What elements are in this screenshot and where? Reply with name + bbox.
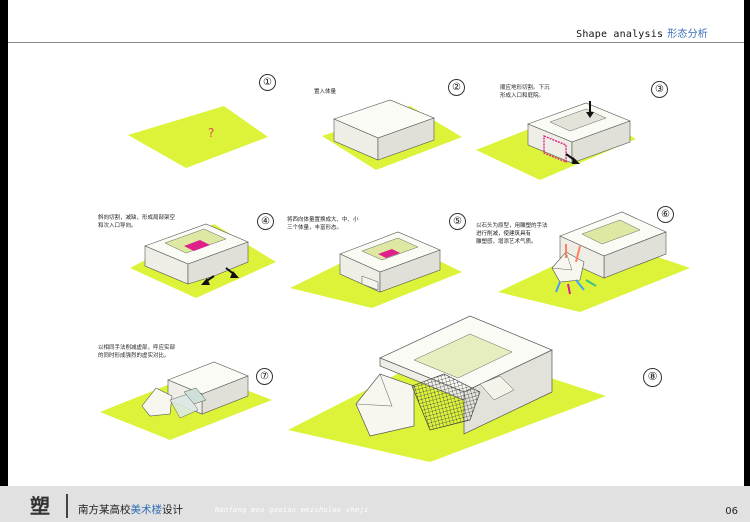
step-7-diagram bbox=[100, 361, 272, 440]
step-number-2: ② bbox=[448, 79, 465, 96]
step-number-4: ④ bbox=[257, 213, 274, 230]
step-number-5: ⑤ bbox=[449, 213, 466, 230]
step-2-note: 置入体量 bbox=[314, 89, 337, 95]
step-4-note: 斜向切割，减缺，形成局部架空 和次入口导向。 bbox=[98, 215, 176, 229]
step-number-6: ⑥ bbox=[657, 206, 674, 223]
step-number-8: ⑧ bbox=[643, 368, 662, 387]
step-7-note: 以相同手法削减虚部，呼应实部 的同时形成强烈的虚实对比。 bbox=[98, 345, 176, 359]
step-number-3: ③ bbox=[651, 81, 668, 98]
step-5-diagram bbox=[290, 231, 462, 308]
footer-title-prefix: 南方某高校 bbox=[78, 504, 131, 516]
footer-project-title: 南方某高校美术楼设计 bbox=[78, 502, 183, 517]
step-2-diagram bbox=[322, 99, 462, 170]
page-number: 06 bbox=[725, 506, 738, 517]
footer-title-suffix: 设计 bbox=[162, 504, 183, 516]
footer-subtitle: Nanfang mou gaoiao meishulou sheji bbox=[215, 506, 369, 514]
step-4-diagram bbox=[130, 223, 276, 298]
shape-analysis-diagrams: ? bbox=[100, 99, 690, 462]
step-3-note: 顺应地形切割。下沉 形成入口和庭院。 bbox=[500, 85, 550, 99]
step-8-diagram bbox=[288, 315, 606, 462]
step-6-note: 以石头为原型，用雕塑的手法 进行削减，使建筑具有 雕塑感，增添艺术气质。 bbox=[476, 223, 548, 245]
site-question-mark: ? bbox=[208, 126, 214, 140]
step-number-1: ① bbox=[259, 74, 276, 91]
step-1-site bbox=[128, 106, 268, 168]
step-5-note: 将西向体量置换成大、中、小 三个体量，丰富形态。 bbox=[287, 217, 359, 231]
footer-divider bbox=[66, 494, 68, 518]
step-1-diagram: ? bbox=[128, 106, 268, 168]
step-number-7: ⑦ bbox=[256, 368, 273, 385]
footer-logo: 塑 bbox=[30, 494, 50, 518]
step-3-diagram bbox=[476, 101, 636, 180]
footer-title-highlight: 美术楼 bbox=[130, 504, 163, 516]
